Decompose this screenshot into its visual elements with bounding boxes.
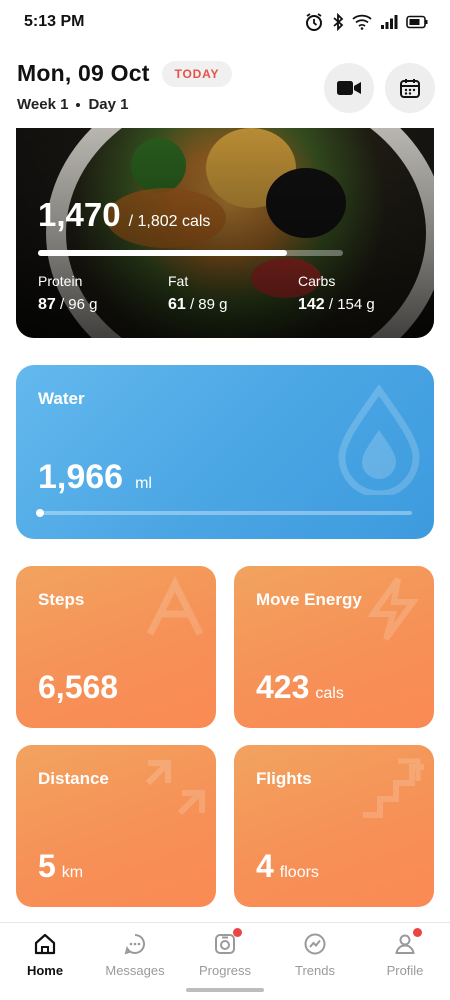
calendar-button[interactable]: [385, 63, 435, 113]
nav-home[interactable]: Home: [0, 931, 90, 978]
battery-icon: [406, 15, 428, 29]
progress-camera-icon: [212, 928, 242, 957]
notification-badge: [233, 928, 242, 937]
energy-bolt-icon: [367, 577, 419, 641]
nav-label: Messages: [105, 963, 165, 978]
move-energy-value-row: 423 cals: [256, 669, 344, 706]
nav-label: Home: [26, 963, 64, 978]
distance-unit: km: [61, 864, 84, 881]
week-label: Week 1: [17, 96, 69, 113]
water-value-row: 1,966 ml: [38, 458, 152, 497]
water-progress-knob: [36, 509, 44, 517]
water-title: Water: [38, 389, 85, 408]
status-icons: [304, 12, 428, 32]
date-title[interactable]: Mon, 09 Oct: [17, 60, 150, 87]
stairs-icon: [363, 758, 424, 818]
trends-icon: [302, 931, 328, 957]
macro-label: Carbs: [298, 273, 336, 289]
signal-icon: [381, 15, 398, 29]
macro-protein: Protein 87 / 96 g: [38, 273, 98, 314]
nav-profile[interactable]: Profile: [360, 928, 450, 978]
alarm-icon: [306, 13, 322, 31]
water-progress-track: [36, 509, 412, 517]
messages-icon: [122, 931, 148, 957]
calories-progress-bar: [38, 250, 343, 256]
macro-fat: Fat 61 / 89 g: [168, 273, 228, 314]
distance-title: Distance: [38, 769, 109, 788]
macro-target: / 96 g: [59, 296, 98, 313]
status-bar: 5:13 PM: [0, 0, 450, 44]
calories-row: 1,470 / 1,802 cals: [38, 196, 210, 234]
water-unit: ml: [135, 475, 152, 492]
steps-icon: [146, 576, 204, 636]
nutrition-card[interactable]: 1,470 / 1,802 cals Protein 87 / 96 g Fat…: [16, 128, 434, 338]
steps-value: 6,568: [38, 669, 119, 705]
water-drop-icon: [338, 385, 420, 495]
home-icon: [32, 931, 58, 957]
week-day-label: Week 1 Day 1: [17, 96, 128, 113]
move-energy-tile[interactable]: Move Energy 423 cals: [234, 566, 434, 728]
distance-tile[interactable]: Distance 5 km: [16, 745, 216, 907]
water-card[interactable]: Water 1,966 ml: [16, 365, 434, 539]
nav-messages[interactable]: Messages: [90, 931, 180, 978]
water-value: 1,966: [38, 458, 124, 496]
date-row: Mon, 09 Oct TODAY: [17, 60, 233, 87]
notification-badge: [413, 928, 422, 937]
nav-label: Trends: [295, 963, 335, 978]
macro-value: 61: [168, 296, 186, 313]
distance-icon: [145, 760, 205, 816]
flights-title: Flights: [256, 769, 312, 788]
distance-value-row: 5 km: [38, 848, 83, 885]
macro-value: 142: [298, 296, 325, 313]
move-energy-title: Move Energy: [256, 590, 362, 609]
steps-tile[interactable]: Steps 6,568: [16, 566, 216, 728]
profile-icon: [392, 928, 422, 957]
calories-target: / 1,802 cals: [128, 213, 211, 230]
header: Mon, 09 Oct TODAY Week 1 Day 1: [0, 56, 450, 120]
bluetooth-icon: [333, 13, 344, 31]
macro-value: 87: [38, 296, 56, 313]
video-camera-icon: [337, 81, 361, 95]
home-indicator: [186, 988, 264, 992]
nav-progress[interactable]: Progress: [180, 928, 270, 978]
today-badge[interactable]: TODAY: [161, 60, 233, 87]
nav-label: Profile: [386, 963, 424, 978]
macro-label: Fat: [168, 273, 189, 289]
steps-title: Steps: [38, 590, 85, 609]
move-energy-value: 423: [256, 669, 310, 705]
distance-value: 5: [38, 848, 56, 884]
macro-target: / 154 g: [328, 296, 375, 313]
flights-unit: floors: [279, 864, 319, 881]
nav-label: Progress: [198, 963, 252, 978]
calories-consumed: 1,470: [38, 196, 121, 233]
separator-dot: [76, 102, 81, 107]
nav-trends[interactable]: Trends: [270, 931, 360, 978]
flights-tile[interactable]: Flights 4 floors: [234, 745, 434, 907]
calories-progress-fill: [38, 250, 287, 256]
macro-carbs: Carbs 142 / 154 g: [298, 273, 375, 314]
wifi-icon: [352, 14, 372, 30]
calendar-icon: [400, 79, 420, 98]
video-button[interactable]: [324, 63, 374, 113]
flights-value-row: 4 floors: [256, 848, 319, 885]
macro-target: / 89 g: [189, 296, 228, 313]
steps-value-row: 6,568: [38, 669, 124, 706]
macro-label: Protein: [38, 273, 83, 289]
day-label: Day 1: [88, 96, 129, 113]
flights-value: 4: [256, 848, 274, 884]
move-energy-unit: cals: [315, 685, 344, 702]
status-time: 5:13 PM: [24, 13, 85, 30]
